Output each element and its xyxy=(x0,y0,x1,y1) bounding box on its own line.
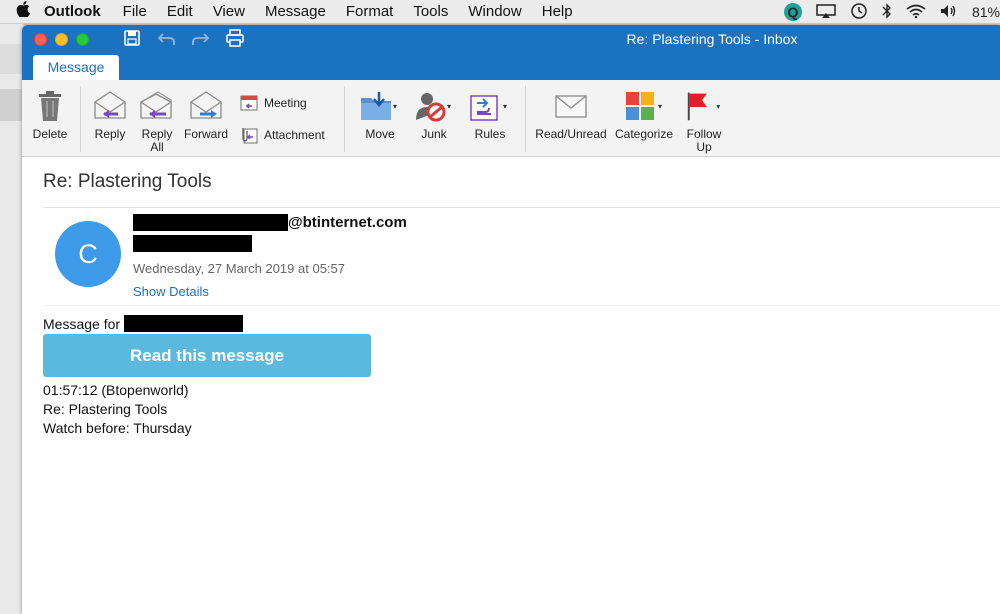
ribbon-separator xyxy=(525,86,526,152)
print-icon[interactable] xyxy=(223,29,247,51)
envelope-icon xyxy=(533,88,609,124)
trash-icon xyxy=(28,88,72,124)
junk-label: Junk xyxy=(421,127,447,141)
ribbon-separator xyxy=(80,86,81,152)
categorize-icon: ▾ xyxy=(613,88,675,124)
rules-label: Rules xyxy=(474,127,506,141)
delete-button[interactable]: Delete xyxy=(28,88,72,141)
read-message-button[interactable]: Read this message xyxy=(43,334,371,377)
message-for-line: Message for xyxy=(43,315,244,332)
save-icon[interactable] xyxy=(120,29,144,51)
background-window xyxy=(0,24,24,614)
meeting-label: Meeting xyxy=(264,96,307,110)
tab-message[interactable]: Message xyxy=(33,55,119,80)
battery-percent[interactable]: 81% xyxy=(972,4,1000,20)
close-window-button[interactable] xyxy=(34,33,47,46)
app-status-icon[interactable]: Q xyxy=(783,3,802,21)
read-unread-button[interactable]: Read/Unread xyxy=(533,88,609,141)
meeting-button[interactable]: Meeting xyxy=(238,94,307,112)
avatar: C xyxy=(55,221,121,287)
redacted-recipient-name xyxy=(124,315,244,332)
zoom-window-button[interactable] xyxy=(76,33,89,46)
message-subject: Re: Plastering Tools xyxy=(43,171,212,192)
follow-up-label: Follow Up xyxy=(686,127,722,154)
svg-text:▾: ▾ xyxy=(658,102,662,111)
junk-button[interactable]: ▾ Junk xyxy=(411,88,457,141)
menu-window[interactable]: Window xyxy=(468,3,521,20)
time-machine-icon[interactable] xyxy=(850,2,868,23)
reply-all-icon xyxy=(135,88,179,124)
message-window: Re: Plastering Tools - Inbox Message Del… xyxy=(22,25,1000,614)
junk-icon: ▾ xyxy=(411,88,457,124)
apple-menu-icon[interactable] xyxy=(12,1,34,22)
undo-icon[interactable] xyxy=(155,29,179,51)
delete-label: Delete xyxy=(32,127,68,141)
show-details-link[interactable]: Show Details xyxy=(133,284,209,299)
menu-view[interactable]: View xyxy=(213,3,245,20)
bluetooth-icon[interactable] xyxy=(882,2,892,22)
menu-app-outlook[interactable]: Outlook xyxy=(44,3,101,20)
menu-help[interactable]: Help xyxy=(542,3,573,20)
rules-icon: ▾ xyxy=(467,88,513,124)
forward-label: Forward xyxy=(183,127,228,141)
move-label: Move xyxy=(365,127,395,141)
airplay-icon[interactable] xyxy=(816,3,836,21)
reply-all-button[interactable]: Reply All xyxy=(135,88,179,154)
redo-icon[interactable] xyxy=(188,29,212,51)
menu-tools[interactable]: Tools xyxy=(413,3,448,20)
background-window-row xyxy=(0,89,24,121)
attachment-icon xyxy=(238,126,260,144)
sender-address[interactable]: @btinternet.com xyxy=(133,214,407,231)
body-line-deadline: Watch before: Thursday xyxy=(43,420,192,436)
attachment-label: Attachment xyxy=(264,128,325,142)
flag-icon: ▾ xyxy=(684,88,724,124)
recipient-line xyxy=(133,235,252,253)
reply-button[interactable]: Reply xyxy=(90,88,130,141)
forward-button[interactable]: Forward xyxy=(182,88,230,141)
ribbon-toolbar: Delete Reply Reply All Forward Meeting A… xyxy=(22,80,1000,157)
body-line-subject: Re: Plastering Tools xyxy=(43,401,168,417)
categorize-label: Categorize xyxy=(614,127,674,141)
reply-label: Reply xyxy=(94,127,126,141)
message-for-label: Message for xyxy=(43,315,121,332)
menu-file[interactable]: File xyxy=(123,3,147,20)
categorize-button[interactable]: ▾ Categorize xyxy=(613,88,675,141)
svg-text:▾: ▾ xyxy=(503,102,507,111)
menu-bar: Outlook File Edit View Message Format To… xyxy=(0,0,1000,24)
attachment-button[interactable]: Attachment xyxy=(238,126,325,144)
ribbon-separator xyxy=(344,86,345,152)
background-window-toolbar xyxy=(0,44,24,74)
svg-text:▾: ▾ xyxy=(393,102,397,111)
volume-icon[interactable] xyxy=(940,4,958,21)
window-title: Re: Plastering Tools - Inbox xyxy=(626,31,798,47)
read-unread-label: Read/Unread xyxy=(535,127,607,141)
message-date: Wednesday, 27 March 2019 at 05:57 xyxy=(133,261,345,276)
reply-icon xyxy=(90,88,130,124)
forward-icon xyxy=(182,88,230,124)
divider xyxy=(43,207,1000,208)
reading-pane: Re: Plastering Tools C @btinternet.com W… xyxy=(22,157,1000,614)
minimize-window-button[interactable] xyxy=(55,33,68,46)
menu-edit[interactable]: Edit xyxy=(167,3,193,20)
meeting-icon xyxy=(238,94,260,112)
redacted-sender-name xyxy=(133,214,288,231)
svg-text:▾: ▾ xyxy=(716,102,720,111)
svg-text:▾: ▾ xyxy=(447,102,451,111)
follow-up-button[interactable]: ▾ Follow Up xyxy=(684,88,724,154)
title-bar: Re: Plastering Tools - Inbox Message xyxy=(22,25,1000,80)
reply-all-label: Reply All xyxy=(141,127,173,154)
rules-button[interactable]: ▾ Rules xyxy=(467,88,513,141)
divider xyxy=(43,305,1000,306)
wifi-icon[interactable] xyxy=(906,4,926,21)
menu-message[interactable]: Message xyxy=(265,3,326,20)
redacted-recipient xyxy=(133,235,252,253)
status-area: Q 81% xyxy=(770,0,1000,24)
menu-format[interactable]: Format xyxy=(346,3,394,20)
sender-domain: @btinternet.com xyxy=(288,214,407,231)
move-icon: ▾ xyxy=(356,88,404,124)
move-button[interactable]: ▾ Move xyxy=(356,88,404,141)
body-line-time: 01:57:12 (Btopenworld) xyxy=(43,382,189,398)
